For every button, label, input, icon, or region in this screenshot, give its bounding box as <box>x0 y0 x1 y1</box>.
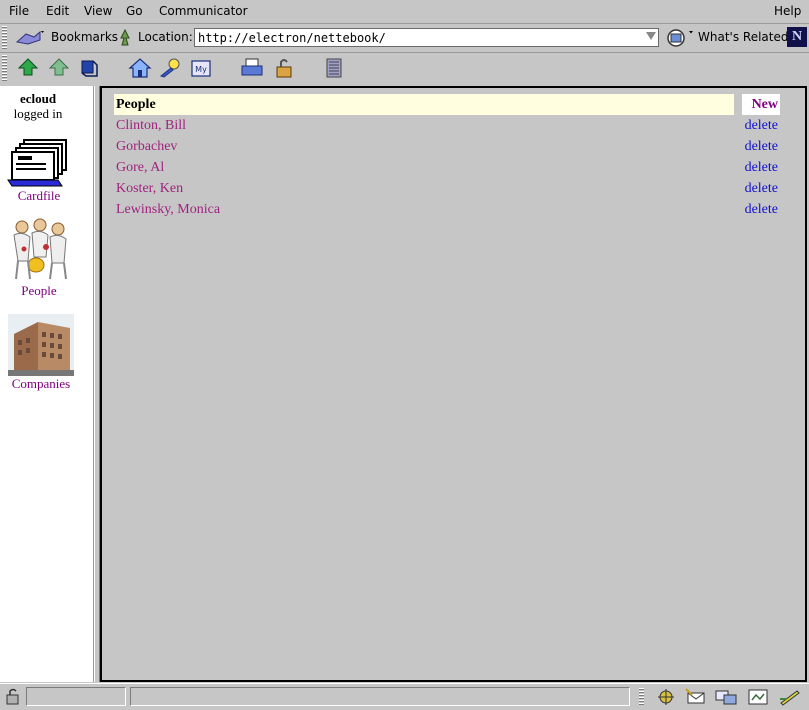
delete-link[interactable]: delete <box>742 199 780 220</box>
status-text <box>130 687 630 706</box>
person-name-link[interactable]: Gorbachev <box>114 136 734 157</box>
url-field[interactable] <box>194 28 659 47</box>
menu-edit[interactable]: Edit <box>46 4 69 18</box>
user-info: ecloud logged in <box>0 91 76 121</box>
menu-help[interactable]: Help <box>774 4 801 18</box>
sidebar-item-label: Companies <box>11 376 71 391</box>
table-header-row: People New <box>114 94 780 115</box>
whats-related-icon[interactable] <box>665 27 695 49</box>
sidebar-item-companies[interactable]: Companies <box>3 314 79 392</box>
menu-file[interactable]: File <box>9 4 29 18</box>
table-row: Gorbachev delete <box>114 136 780 157</box>
navigation-toolbar: My <box>0 53 809 84</box>
mail-icon[interactable] <box>684 687 710 706</box>
print-icon[interactable] <box>240 57 264 79</box>
login-status: logged in <box>13 106 63 121</box>
discussion-icon[interactable] <box>714 687 740 706</box>
security-icon[interactable] <box>273 57 297 79</box>
table-row: Lewinsky, Monica delete <box>114 199 780 220</box>
url-input[interactable] <box>195 29 638 46</box>
navigator-icon[interactable] <box>654 687 678 706</box>
stop-icon[interactable] <box>322 57 346 79</box>
menu-view[interactable]: View <box>84 4 112 18</box>
people-title: People <box>114 94 734 115</box>
new-person-link[interactable]: New <box>742 94 780 115</box>
svg-text:My: My <box>195 65 207 74</box>
people-icon <box>6 217 72 283</box>
sidebar: ecloud logged in Cardfile People Compani… <box>0 86 94 682</box>
page-proxy-icon[interactable] <box>116 28 134 48</box>
delete-link[interactable]: delete <box>742 157 780 178</box>
url-dropdown-icon[interactable] <box>646 32 656 40</box>
bookmarks-label[interactable]: Bookmarks <box>51 30 118 44</box>
person-name-link[interactable]: Gore, Al <box>114 157 734 178</box>
menu-communicator[interactable]: Communicator <box>159 4 248 18</box>
search-icon[interactable] <box>159 57 183 79</box>
sidebar-item-label: People <box>21 283 57 298</box>
username: ecloud <box>19 91 57 106</box>
delete-link[interactable]: delete <box>742 178 780 199</box>
status-bar <box>0 683 809 710</box>
menu-bar: File Edit View Go Communicator Help <box>0 0 809 24</box>
progress-bar <box>26 687 126 706</box>
table-row: Koster, Ken delete <box>114 178 780 199</box>
toolbar-grip[interactable] <box>2 55 7 81</box>
people-table: People New Clinton, Bill delete Gorbache… <box>114 94 780 220</box>
edit-icon[interactable] <box>778 687 802 706</box>
location-toolbar: Bookmarks Location: What's Related N <box>0 24 809 53</box>
content-frame: People New Clinton, Bill delete Gorbache… <box>100 86 807 682</box>
person-name-link[interactable]: Clinton, Bill <box>114 115 734 136</box>
sidebar-item-cardfile[interactable]: Cardfile <box>3 136 75 204</box>
whats-related-label[interactable]: What's Related <box>698 30 788 44</box>
forward-icon[interactable] <box>47 57 71 79</box>
table-row: Clinton, Bill delete <box>114 115 780 136</box>
person-name-link[interactable]: Koster, Ken <box>114 178 734 199</box>
table-row: Gore, Al delete <box>114 157 780 178</box>
back-icon[interactable] <box>16 57 40 79</box>
reload-icon[interactable] <box>77 57 101 79</box>
netscape-logo[interactable]: N <box>787 27 807 47</box>
delete-link[interactable]: delete <box>742 136 780 157</box>
component-bar-grip[interactable] <box>639 688 644 706</box>
sidebar-item-people[interactable]: People <box>3 217 75 299</box>
security-lock-icon[interactable] <box>3 687 23 706</box>
location-label: Location: <box>138 30 193 44</box>
home-icon[interactable] <box>128 57 152 79</box>
my-netscape-icon[interactable]: My <box>189 57 213 79</box>
cardfile-icon <box>6 136 72 188</box>
bookmarks-icon[interactable] <box>14 28 44 48</box>
sidebar-item-label: Cardfile <box>17 188 61 203</box>
delete-link[interactable]: delete <box>742 115 780 136</box>
building-icon <box>8 314 74 376</box>
composer-icon[interactable] <box>746 687 770 706</box>
toolbar-grip[interactable] <box>2 26 7 50</box>
person-name-link[interactable]: Lewinsky, Monica <box>114 199 734 220</box>
menu-go[interactable]: Go <box>126 4 143 18</box>
